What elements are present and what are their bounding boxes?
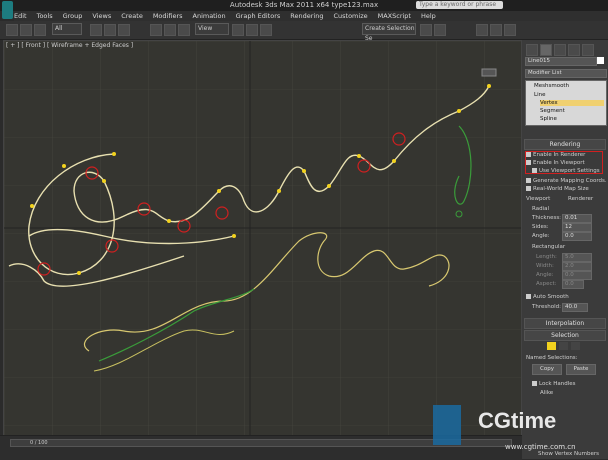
length-label: Length: — [536, 254, 557, 260]
region-select-icon[interactable] — [118, 24, 130, 36]
undo-icon[interactable] — [6, 24, 18, 36]
enable-in-renderer-checkbox[interactable]: Enable In Renderer — [526, 152, 585, 158]
alike-radio[interactable]: Alike — [540, 390, 553, 396]
menu-item-group[interactable]: Group — [63, 12, 83, 20]
width-label: Width: — [536, 263, 554, 269]
viewport-label[interactable]: [ + ] [ Front ] [ Wireframe + Edged Face… — [6, 42, 133, 49]
scale-icon[interactable] — [178, 24, 190, 36]
selection-filter-dropdown[interactable]: All — [52, 23, 82, 35]
select-icon[interactable] — [90, 24, 102, 36]
menu-item-tools[interactable]: Tools — [37, 12, 53, 20]
aspect-spinner[interactable]: 0.0 — [562, 280, 584, 289]
app-logo-icon[interactable] — [2, 1, 13, 19]
search-input[interactable]: Type a keyword or phrase — [416, 1, 503, 9]
angle-label: Angle: — [532, 233, 550, 239]
menu-item-create[interactable]: Create — [121, 12, 143, 20]
stack-item-segment[interactable]: Segment — [540, 108, 565, 114]
object-color-swatch[interactable] — [597, 57, 604, 64]
length-spinner[interactable]: 5.0 — [562, 253, 592, 262]
pivot-icon[interactable] — [232, 24, 244, 36]
lock-handles-checkbox[interactable]: Lock Handles — [532, 381, 576, 387]
link-icon[interactable] — [34, 24, 46, 36]
rectangular-radio[interactable]: Rectangular — [532, 244, 565, 250]
angle2-spinner[interactable]: 0.0 — [562, 271, 592, 280]
viewport-canvas[interactable] — [4, 41, 521, 436]
sides-label: Sides: — [532, 224, 549, 230]
interpolation-rollout[interactable]: Interpolation — [524, 318, 606, 329]
named-selection-dropdown[interactable]: Create Selection Se — [362, 23, 416, 42]
angle2-label: Angle: — [536, 272, 554, 278]
snap-icon[interactable] — [246, 24, 258, 36]
named-selections-label: Named Selections: — [526, 355, 578, 361]
threshold-spinner[interactable]: 40.0 — [562, 303, 588, 312]
enable-in-viewport-checkbox[interactable]: Enable In Viewport — [526, 160, 585, 166]
title-bar: Autodesk 3ds Max 2011 x64 type123.max — [0, 0, 608, 11]
angle-spinner[interactable]: 0.0 — [562, 232, 592, 241]
mirror-icon[interactable] — [420, 24, 432, 36]
watermark-url: www.cgtime.com.cn — [505, 443, 576, 451]
aspect-label: Aspect: — [536, 281, 557, 287]
menu-item-customize[interactable]: Customize — [333, 12, 367, 20]
menu-bar: Edit Tools Group Views Create Modifiers Animat… — [14, 11, 608, 21]
motion-tab-icon[interactable] — [568, 44, 580, 56]
render-setup-icon[interactable] — [490, 24, 502, 36]
vertex-mode-icon[interactable] — [547, 342, 556, 350]
object-name-field[interactable]: Line015 — [525, 57, 597, 66]
menu-item-help[interactable]: Help — [421, 12, 436, 20]
stack-item-vertex[interactable]: Vertex — [540, 100, 604, 106]
menu-item-maxscript[interactable]: MAXScript — [378, 12, 411, 20]
rotate-icon[interactable] — [164, 24, 176, 36]
move-icon[interactable] — [150, 24, 162, 36]
selection-rollout[interactable]: Selection — [524, 330, 606, 341]
rendering-rollout[interactable]: Rendering — [524, 139, 606, 150]
watermark-text: CGtime — [478, 408, 557, 433]
viewport-radio[interactable]: Viewport — [526, 196, 550, 202]
menu-item-edit[interactable]: Edit — [14, 12, 27, 20]
renderer-radio[interactable]: Renderer — [568, 196, 593, 202]
align-icon[interactable] — [434, 24, 446, 36]
radial-radio[interactable]: Radial — [532, 206, 549, 212]
threshold-label: Threshold: — [532, 304, 561, 310]
copy-button[interactable]: Copy — [532, 364, 562, 375]
reference-coord-dropdown[interactable]: View — [195, 23, 229, 35]
menu-item-modifiers[interactable]: Modifiers — [153, 12, 183, 20]
redo-icon[interactable] — [20, 24, 32, 36]
generate-mapping-checkbox[interactable]: Generate Mapping Coords. — [526, 178, 607, 184]
viewport-front[interactable] — [3, 40, 522, 437]
menu-item-views[interactable]: Views — [92, 12, 111, 20]
menu-item-animation[interactable]: Animation — [193, 12, 226, 20]
stack-item-meshsmooth[interactable]: Meshsmooth — [534, 83, 569, 89]
stack-item-line[interactable]: Line — [534, 92, 545, 98]
real-world-checkbox[interactable]: Real-World Map Size — [526, 186, 589, 192]
modifier-stack[interactable]: Meshsmooth Line Vertex Segment Spline — [525, 80, 607, 126]
render-icon[interactable] — [504, 24, 516, 36]
paste-button[interactable]: Paste — [566, 364, 596, 375]
window-title: Autodesk 3ds Max 2011 x64 type123.max — [229, 1, 379, 9]
auto-smooth-checkbox[interactable]: Auto Smooth — [526, 294, 569, 300]
menu-item-graph-editors[interactable]: Graph Editors — [236, 12, 281, 20]
modifier-list-dropdown[interactable]: Modifier List — [525, 69, 607, 78]
hierarchy-tab-icon[interactable] — [554, 44, 566, 56]
angle-snap-icon[interactable] — [260, 24, 272, 36]
width-spinner[interactable]: 2.0 — [562, 262, 592, 271]
sides-spinner[interactable]: 12 — [562, 223, 592, 232]
create-tab-icon[interactable] — [526, 44, 538, 56]
thickness-label: Thickness: — [532, 215, 562, 221]
stack-item-spline[interactable]: Spline — [540, 116, 557, 122]
show-vertex-numbers-checkbox[interactable]: Show Vertex Numbers — [538, 451, 599, 457]
use-viewport-settings-checkbox[interactable]: Use Viewport Settings — [532, 168, 600, 174]
material-editor-icon[interactable] — [476, 24, 488, 36]
menu-item-rendering[interactable]: Rendering — [290, 12, 323, 20]
spline-mode-icon[interactable] — [571, 342, 580, 350]
watermark-logo-icon — [433, 405, 461, 445]
select-by-name-icon[interactable] — [104, 24, 116, 36]
segment-mode-icon[interactable] — [559, 342, 568, 350]
time-slider-value: 0 / 100 — [30, 440, 48, 446]
display-tab-icon[interactable] — [582, 44, 594, 56]
command-panel: Line015 Modifier List Meshsmooth Line Ve… — [522, 40, 608, 459]
modify-tab-icon[interactable] — [540, 44, 552, 56]
thickness-spinner[interactable]: 0.01 — [562, 214, 592, 223]
